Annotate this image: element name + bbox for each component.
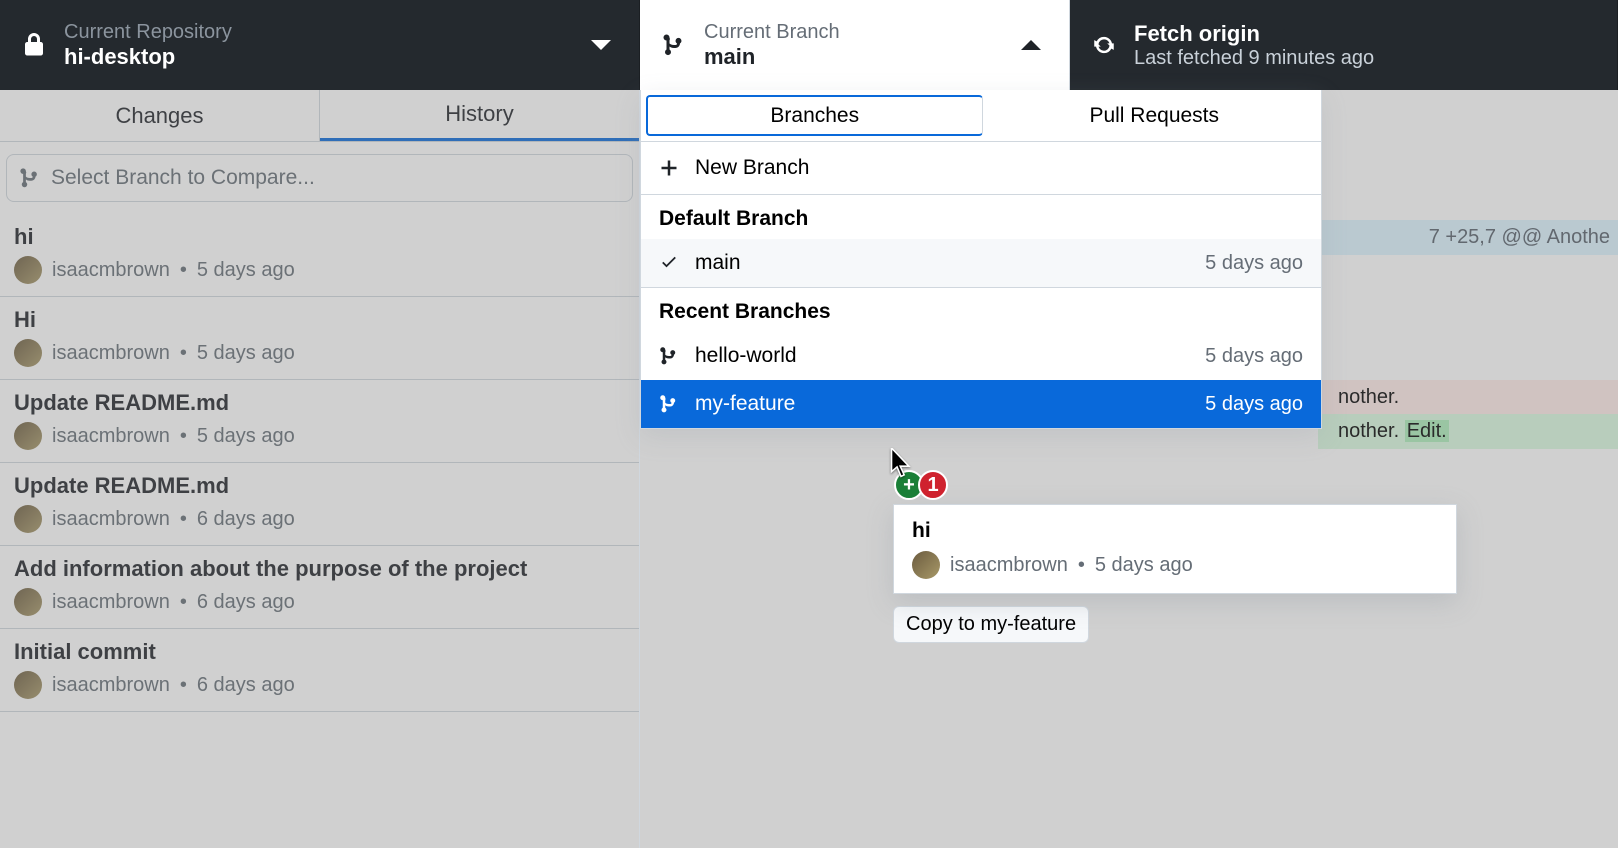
topbar: Current Repository hi-desktop Current Br… — [0, 0, 1618, 90]
count-badge: 1 — [918, 470, 948, 500]
repo-name: hi-desktop — [64, 44, 232, 70]
git-branch-icon — [658, 29, 690, 61]
branch-dropdown: Branches Pull Requests New Branch Defaul… — [640, 90, 1322, 429]
avatar — [14, 339, 42, 367]
git-branch-icon — [659, 346, 681, 366]
commit-item[interactable]: Update README.md isaacmbrown • 6 days ag… — [0, 463, 639, 546]
repo-selector[interactable]: Current Repository hi-desktop — [0, 0, 640, 90]
avatar — [912, 551, 940, 579]
commit-item[interactable]: Add information about the purpose of the… — [0, 546, 639, 629]
branch-selector[interactable]: Current Branch main — [640, 0, 1070, 90]
commit-item[interactable]: Initial commit isaacmbrown • 6 days ago — [0, 629, 639, 712]
new-branch-button[interactable]: New Branch — [641, 142, 1321, 195]
avatar — [14, 422, 42, 450]
dropdown-tab-branches[interactable]: Branches — [646, 95, 983, 136]
branch-item-main[interactable]: main 5 days ago — [641, 239, 1321, 288]
fetch-sub: Last fetched 9 minutes ago — [1134, 47, 1374, 70]
sidebar: Changes History Select Branch to Compare… — [0, 90, 640, 848]
branch-label: Current Branch — [704, 21, 840, 44]
branch-name: main — [704, 44, 840, 70]
plus-icon — [659, 158, 681, 178]
fetch-button[interactable]: Fetch origin Last fetched 9 minutes ago — [1070, 0, 1618, 90]
chevron-down-icon — [591, 40, 611, 50]
tab-changes[interactable]: Changes — [0, 90, 320, 141]
sync-icon — [1088, 29, 1120, 61]
branch-item-hello-world[interactable]: hello-world 5 days ago — [641, 332, 1321, 380]
commit-item[interactable]: hi isaacmbrown • 5 days ago — [0, 214, 639, 297]
dropdown-tab-pull-requests[interactable]: Pull Requests — [988, 90, 1322, 141]
recent-branches-heading: Recent Branches — [641, 288, 1321, 332]
commit-item[interactable]: Hi isaacmbrown • 5 days ago — [0, 297, 639, 380]
main: Changes History Select Branch to Compare… — [0, 90, 1618, 848]
avatar — [14, 671, 42, 699]
avatar — [14, 588, 42, 616]
lock-icon — [18, 29, 50, 61]
sidebar-tabs: Changes History — [0, 90, 639, 142]
default-branch-heading: Default Branch — [641, 195, 1321, 239]
branch-item-my-feature[interactable]: my-feature 5 days ago — [641, 380, 1321, 428]
commit-list: hi isaacmbrown • 5 days ago Hi isaacmbro… — [0, 214, 639, 712]
git-branch-icon — [659, 394, 681, 414]
drag-commit-title: hi — [912, 519, 1438, 543]
check-icon — [659, 253, 681, 273]
avatar — [14, 505, 42, 533]
drag-preview-card: hi isaacmbrown • 5 days ago — [893, 504, 1457, 594]
drag-badge: + 1 — [894, 470, 948, 500]
compare-placeholder: Select Branch to Compare... — [51, 166, 315, 190]
drag-tooltip: Copy to my-feature — [893, 606, 1089, 643]
chevron-up-icon — [1021, 40, 1041, 50]
git-branch-icon — [19, 167, 41, 189]
compare-branch-select[interactable]: Select Branch to Compare... — [6, 154, 633, 202]
commit-item[interactable]: Update README.md isaacmbrown • 5 days ag… — [0, 380, 639, 463]
fetch-title: Fetch origin — [1134, 21, 1374, 47]
avatar — [14, 256, 42, 284]
repo-label: Current Repository — [64, 21, 232, 44]
tab-history[interactable]: History — [320, 90, 639, 141]
